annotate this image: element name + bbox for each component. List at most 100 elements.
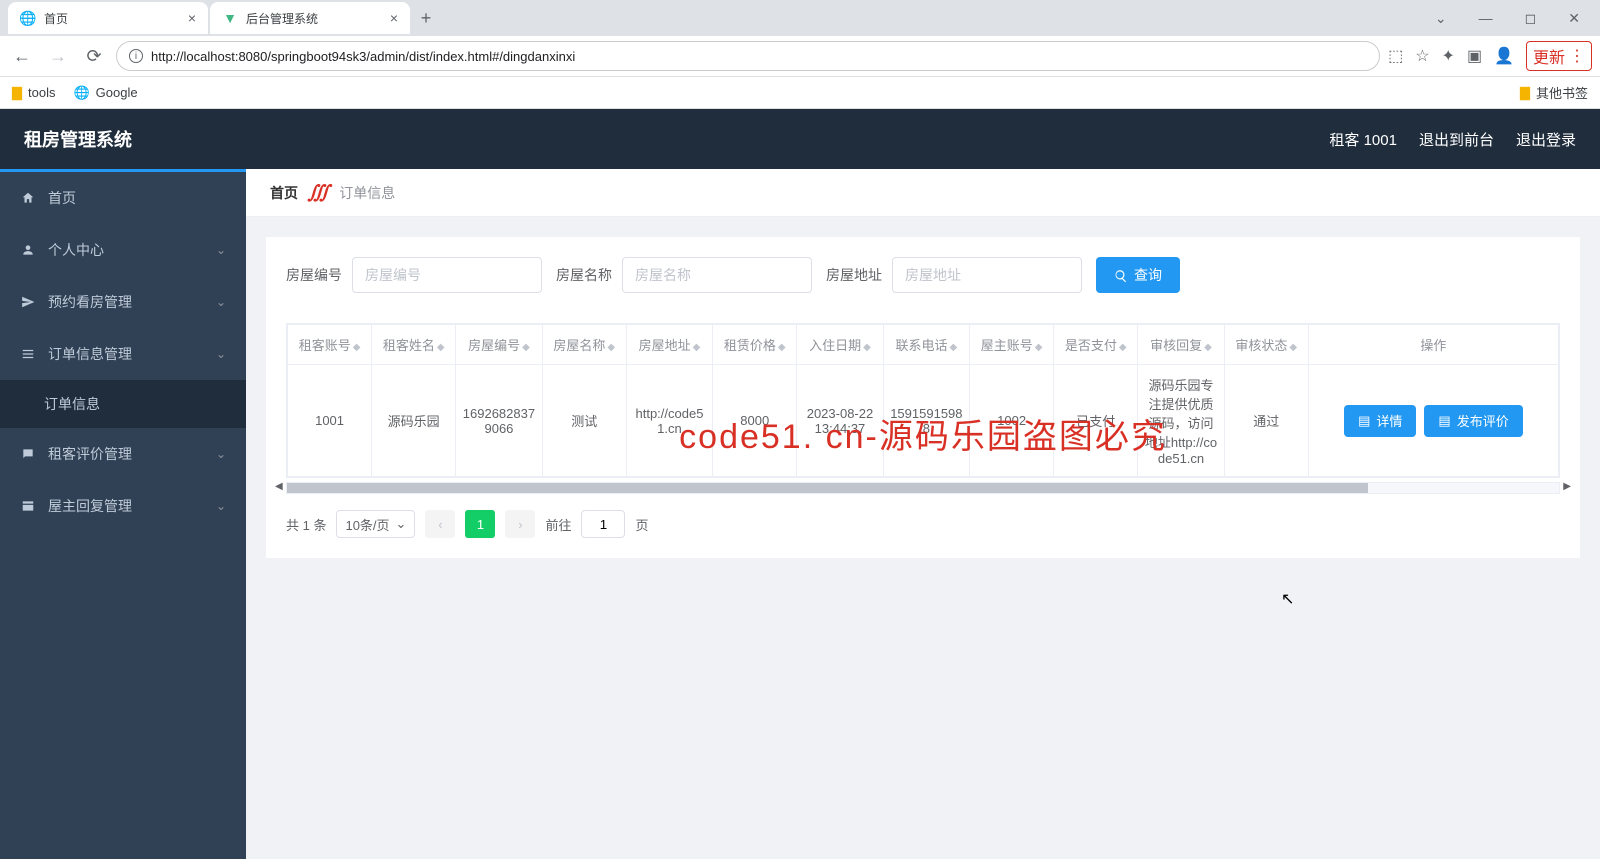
- search-field-house-name: 房屋名称: [556, 257, 812, 293]
- scroll-right-icon[interactable]: ▶: [1563, 481, 1571, 492]
- cell-tenant-name: 源码乐园: [372, 365, 456, 477]
- app-header: 租房管理系统 租客 1001 退出到前台 退出登录: [0, 109, 1600, 169]
- reload-button[interactable]: ⟳: [80, 42, 108, 70]
- cell-rent: 8000: [713, 365, 797, 477]
- toolbar-right: ⬚ ☆ ✦ ▣ 👤 更新 ⋮: [1388, 41, 1592, 71]
- tab-title: 后台管理系统: [246, 10, 318, 27]
- extensions-icon[interactable]: ✦: [1442, 46, 1455, 66]
- browser-tab-1[interactable]: ▼ 后台管理系统 ×: [210, 2, 410, 34]
- sort-icon: ◆: [778, 343, 786, 353]
- th-tenant-name[interactable]: 租客姓名◆: [372, 325, 456, 365]
- detail-button[interactable]: ▤ 详情: [1344, 405, 1416, 437]
- th-reply[interactable]: 审核回复◆: [1138, 325, 1224, 365]
- url-input[interactable]: i http://localhost:8080/springboot94sk3/…: [116, 41, 1380, 71]
- header-logout[interactable]: 退出登录: [1516, 129, 1576, 150]
- input-house-no[interactable]: [352, 257, 542, 293]
- reading-list-icon[interactable]: ▣: [1467, 46, 1482, 66]
- th-paid[interactable]: 是否支付◆: [1054, 325, 1138, 365]
- cell-status: 通过: [1224, 365, 1308, 477]
- cell-paid: 已支付: [1054, 365, 1138, 477]
- cell-house-addr: http://code51.cn: [626, 365, 712, 477]
- menu-reply[interactable]: 屋主回复管理 ⌄: [0, 480, 246, 532]
- minimize-icon[interactable]: —: [1471, 6, 1501, 30]
- reply-icon: [20, 499, 36, 513]
- input-house-name[interactable]: [622, 257, 812, 293]
- tab-strip: 🌐 首页 × ▼ 后台管理系统 × + ⌄ — ◻ ✕: [0, 0, 1600, 36]
- menu-appointment[interactable]: 预约看房管理 ⌄: [0, 276, 246, 328]
- browser-chrome: 🌐 首页 × ▼ 后台管理系统 × + ⌄ — ◻ ✕ ← → ⟳ i http…: [0, 0, 1600, 109]
- scrollbar-thumb[interactable]: [287, 483, 1368, 493]
- detail-icon: ▤: [1358, 413, 1370, 429]
- tab-title: 首页: [44, 10, 68, 27]
- review-icon: [20, 447, 36, 461]
- translate-icon[interactable]: ⬚: [1388, 46, 1403, 66]
- search-button[interactable]: 查询: [1096, 257, 1180, 293]
- kebab-icon: ⋮: [1569, 46, 1585, 66]
- menu-order[interactable]: 订单信息管理 ⌄: [0, 328, 246, 380]
- pagination-total: 共 1 条: [286, 515, 326, 534]
- browser-tab-0[interactable]: 🌐 首页 ×: [8, 2, 208, 34]
- scroll-left-icon[interactable]: ◀: [275, 481, 283, 492]
- th-ops: 操作: [1308, 325, 1558, 365]
- main-content: 首页 ∭ 订单信息 房屋编号 房屋名称 房屋地址: [246, 169, 1600, 859]
- bookmark-other[interactable]: ▇ 其他书签: [1520, 83, 1588, 102]
- cell-owner-account: 1002: [970, 365, 1054, 477]
- th-status[interactable]: 审核状态◆: [1224, 325, 1308, 365]
- new-tab-button[interactable]: +: [412, 4, 440, 32]
- menu-personal[interactable]: 个人中心 ⌄: [0, 224, 246, 276]
- close-icon[interactable]: ×: [390, 10, 398, 26]
- chevron-down-icon[interactable]: ⌄: [1427, 6, 1455, 31]
- globe-icon: 🌐: [20, 10, 36, 26]
- sort-icon: ◆: [863, 343, 871, 353]
- th-rent[interactable]: 租赁价格◆: [713, 325, 797, 365]
- app-body: 首页 个人中心 ⌄ 预约看房管理 ⌄ 订单信息管理 ⌄ 订单信息: [0, 169, 1600, 859]
- th-house-no[interactable]: 房屋编号◆: [456, 325, 542, 365]
- sort-icon: ◆: [693, 343, 701, 353]
- page-1-button[interactable]: 1: [465, 510, 495, 538]
- bookmark-tools[interactable]: ▇ tools: [12, 85, 55, 101]
- site-info-icon[interactable]: i: [129, 49, 143, 63]
- cell-house-name: 测试: [542, 365, 626, 477]
- label-house-no: 房屋编号: [286, 265, 342, 285]
- th-checkin[interactable]: 入住日期◆: [797, 325, 883, 365]
- review-icon: ▤: [1438, 413, 1450, 429]
- forward-button[interactable]: →: [44, 42, 72, 70]
- search-icon: [1114, 267, 1128, 283]
- data-table: 租客账号◆ 租客姓名◆ 房屋编号◆ 房屋名称◆ 房屋地址◆ 租赁价格◆ 入住日期…: [287, 324, 1559, 477]
- th-phone[interactable]: 联系电话◆: [883, 325, 969, 365]
- menu-review[interactable]: 租客评价管理 ⌄: [0, 428, 246, 480]
- star-icon[interactable]: ☆: [1415, 46, 1429, 66]
- bookmark-google[interactable]: 🌐 Google: [73, 85, 137, 101]
- th-house-name[interactable]: 房屋名称◆: [542, 325, 626, 365]
- user-icon: [20, 243, 36, 257]
- th-tenant-account[interactable]: 租客账号◆: [288, 325, 372, 365]
- chevron-down-icon: ⌄: [216, 447, 226, 461]
- sidebar: 首页 个人中心 ⌄ 预约看房管理 ⌄ 订单信息管理 ⌄ 订单信息: [0, 169, 246, 859]
- sort-icon: ◆: [1204, 343, 1212, 353]
- header-user[interactable]: 租客 1001: [1329, 129, 1397, 150]
- close-window-icon[interactable]: ✕: [1560, 6, 1588, 31]
- update-badge[interactable]: 更新 ⋮: [1526, 41, 1592, 71]
- cell-checkin: 2023-08-22 13:44:37: [797, 365, 883, 477]
- next-page-button[interactable]: ›: [505, 510, 535, 538]
- th-house-addr[interactable]: 房屋地址◆: [626, 325, 712, 365]
- back-button[interactable]: ←: [8, 42, 36, 70]
- close-icon[interactable]: ×: [188, 10, 196, 26]
- maximize-icon[interactable]: ◻: [1517, 6, 1545, 31]
- chevron-down-icon: ⌄: [216, 347, 226, 361]
- breadcrumb-home[interactable]: 首页: [270, 183, 298, 203]
- publish-review-button[interactable]: ▤ 发布评价: [1424, 405, 1522, 437]
- th-owner-account[interactable]: 屋主账号◆: [970, 325, 1054, 365]
- sort-icon: ◆: [1119, 343, 1127, 353]
- menu-home[interactable]: 首页: [0, 172, 246, 224]
- profile-icon[interactable]: 👤: [1494, 46, 1514, 66]
- goto-page-input[interactable]: [581, 510, 625, 538]
- header-front[interactable]: 退出到前台: [1419, 129, 1494, 150]
- app-root: 租房管理系统 租客 1001 退出到前台 退出登录 首页 个人中心 ⌄ 预约看房…: [0, 109, 1600, 859]
- input-house-addr[interactable]: [892, 257, 1082, 293]
- horizontal-scrollbar[interactable]: ◀ ▶: [286, 482, 1560, 494]
- submenu-order-info[interactable]: 订单信息: [0, 380, 246, 428]
- prev-page-button[interactable]: ‹: [425, 510, 455, 538]
- page-size-select[interactable]: 10条/页 ⌄: [336, 510, 415, 538]
- folder-icon: ▇: [1520, 85, 1530, 101]
